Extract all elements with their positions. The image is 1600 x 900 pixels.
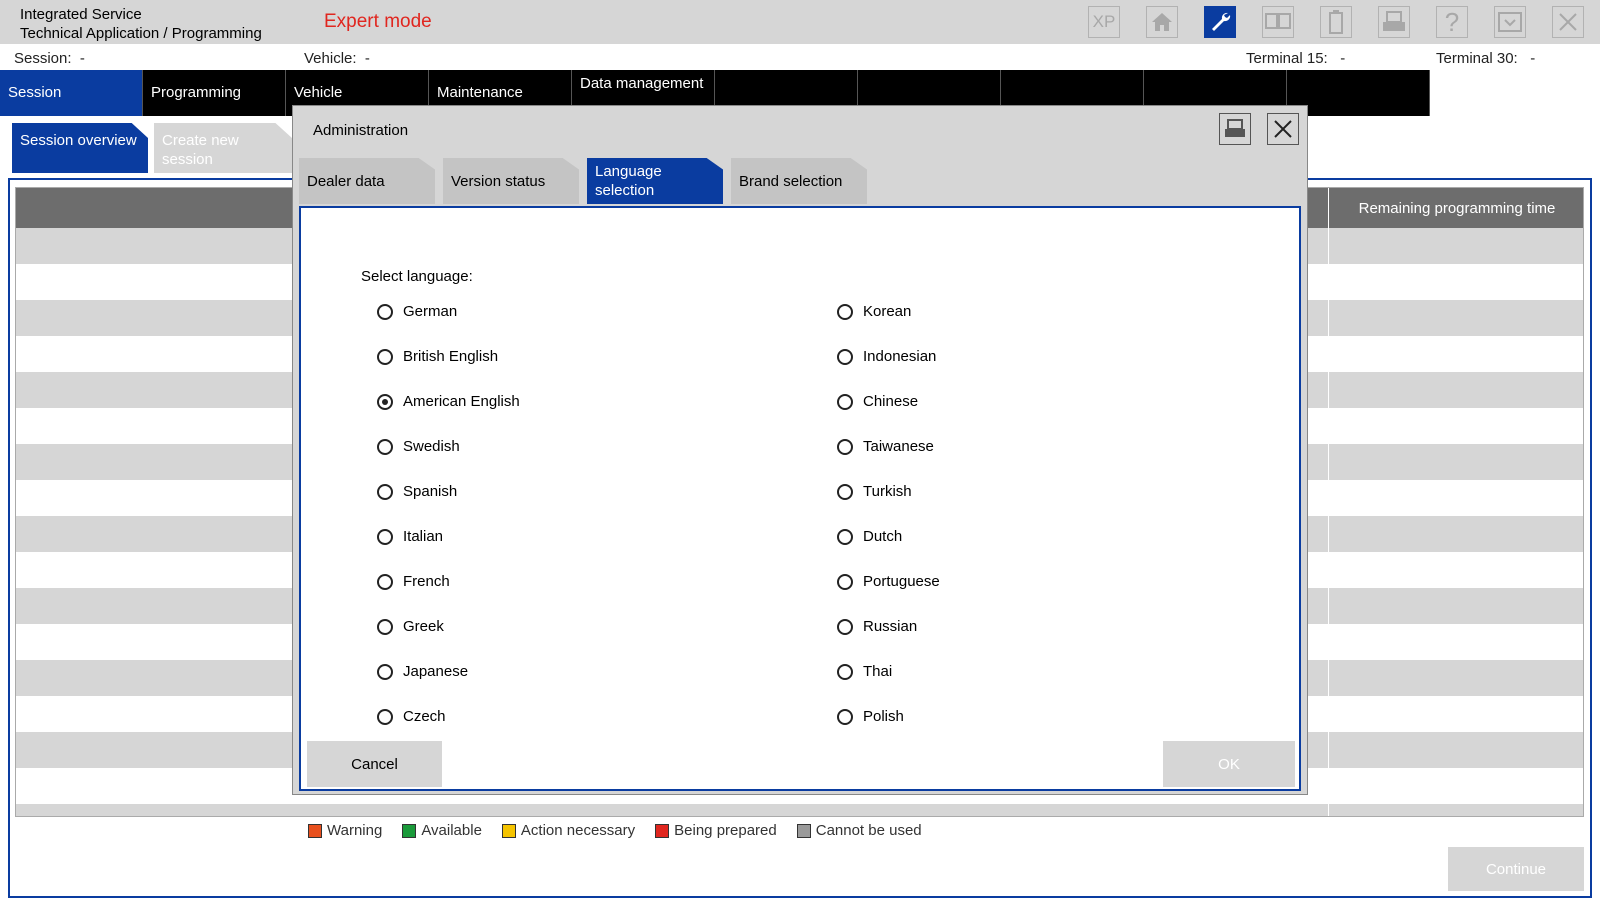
print-icon — [1383, 11, 1405, 31]
radio-dutch[interactable]: Dutch — [837, 528, 902, 545]
select-language-label: Select language: — [361, 268, 473, 285]
radio-british-english[interactable]: British English — [377, 348, 498, 365]
minimize-button[interactable] — [1494, 6, 1526, 38]
nav-tab-programming[interactable]: Programming — [143, 70, 286, 116]
subtab-session-overview[interactable]: Session overview — [12, 123, 148, 173]
radio-chinese[interactable]: Chinese — [837, 393, 918, 410]
app-title-line2: Technical Application / Programming — [20, 25, 262, 42]
close-icon — [1559, 13, 1577, 31]
nav-tab-empty — [1287, 70, 1430, 116]
tab-version-status[interactable]: Version status — [443, 158, 579, 204]
radio-italian[interactable]: Italian — [377, 528, 443, 545]
help-icon: ? — [1444, 6, 1460, 37]
split-window-button[interactable] — [1262, 6, 1294, 38]
legend-action-necessary: Action necessary — [501, 822, 635, 839]
legend-warning: Warning — [308, 822, 382, 839]
radio-french[interactable]: French — [377, 573, 450, 590]
status-legend: Warning Available Action necessary Being… — [308, 822, 942, 839]
nav-tab-session[interactable]: Session — [0, 70, 143, 116]
xp-button[interactable]: XP — [1088, 6, 1120, 38]
radio-thai[interactable]: Thai — [837, 663, 892, 680]
radio-spanish[interactable]: Spanish — [377, 483, 457, 500]
radio-korean[interactable]: Korean — [837, 303, 911, 320]
cannot-be-used-icon — [796, 823, 811, 838]
radio-polish[interactable]: Polish — [837, 708, 904, 725]
xp-label: XP — [1092, 12, 1116, 31]
legend-cannot-be-used: Cannot be used — [796, 822, 922, 839]
radio-indonesian[interactable]: Indonesian — [837, 348, 936, 365]
app-title: Integrated Service Technical Application… — [20, 5, 262, 43]
action-necessary-icon — [501, 823, 516, 838]
battery-icon — [1329, 10, 1343, 34]
cancel-button[interactable]: Cancel — [307, 741, 442, 787]
ok-button[interactable]: OK — [1163, 741, 1295, 787]
app-title-line1: Integrated Service — [20, 6, 142, 23]
split-window-icon — [1265, 13, 1291, 29]
dialog-print-button[interactable] — [1219, 113, 1251, 145]
radio-german[interactable]: German — [377, 303, 457, 320]
home-icon — [1152, 13, 1172, 31]
radio-taiwanese[interactable]: Taiwanese — [837, 438, 934, 455]
tab-language-selection[interactable]: Language selection — [587, 158, 723, 204]
vehicle-info: Vehicle: - — [304, 50, 370, 67]
radio-japanese[interactable]: Japanese — [377, 663, 468, 680]
expert-mode-label: Expert mode — [324, 11, 432, 32]
radio-american-english[interactable]: American English — [377, 393, 520, 410]
continue-button[interactable]: Continue — [1448, 847, 1584, 891]
dialog-title: Administration — [313, 122, 409, 139]
home-button[interactable] — [1146, 6, 1178, 38]
close-icon — [1274, 120, 1292, 138]
session-info: Session: - — [14, 50, 85, 67]
legend-being-prepared: Being prepared — [655, 822, 777, 839]
table-row[interactable] — [16, 804, 1583, 816]
warning-icon — [308, 823, 322, 838]
wrench-icon — [1212, 12, 1231, 31]
radio-swedish[interactable]: Swedish — [377, 438, 460, 455]
administration-dialog: Administration Dealer data Version statu… — [292, 105, 1308, 795]
radio-greek[interactable]: Greek — [377, 618, 444, 635]
subtab-create-new-session[interactable]: Create new session — [154, 123, 292, 173]
available-icon — [402, 823, 417, 838]
language-panel: Select language: German British English … — [299, 206, 1301, 791]
radio-czech[interactable]: Czech — [377, 708, 446, 725]
column-separator — [1328, 228, 1329, 816]
radio-portuguese[interactable]: Portuguese — [837, 573, 940, 590]
terminal15-info: Terminal 15: - — [1246, 50, 1346, 67]
dialog-close-button[interactable] — [1267, 113, 1299, 145]
wrench-button[interactable] — [1204, 6, 1236, 38]
help-button[interactable]: ? — [1436, 6, 1468, 38]
being-prepared-icon — [655, 823, 670, 838]
tab-dealer-data[interactable]: Dealer data — [299, 158, 435, 204]
terminal30-info: Terminal 30: - — [1436, 50, 1536, 67]
radio-turkish[interactable]: Turkish — [837, 483, 912, 500]
legend-available: Available — [402, 822, 482, 839]
column-remaining-programming-time: Remaining programming time — [1328, 188, 1583, 228]
print-icon — [1225, 119, 1245, 137]
minimize-icon — [1498, 12, 1522, 32]
app-close-button[interactable] — [1552, 6, 1584, 38]
radio-russian[interactable]: Russian — [837, 618, 917, 635]
print-button[interactable] — [1378, 6, 1410, 38]
title-bar: Integrated Service Technical Application… — [0, 0, 1600, 44]
battery-button[interactable] — [1320, 6, 1352, 38]
tab-brand-selection[interactable]: Brand selection — [731, 158, 867, 204]
